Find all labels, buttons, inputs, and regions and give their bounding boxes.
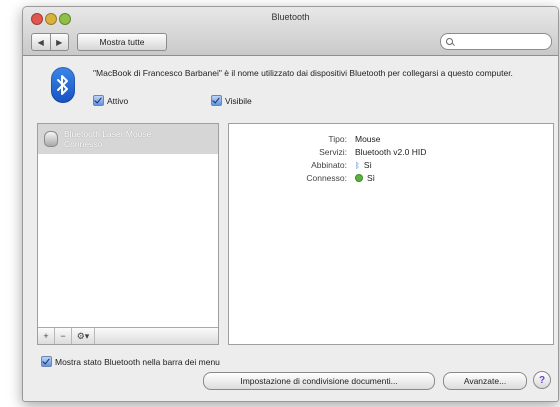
status-green-icon xyxy=(355,174,363,182)
detail-value: Mouse xyxy=(355,134,381,144)
help-button[interactable]: ? xyxy=(533,371,551,389)
checkbox-on-box[interactable] xyxy=(93,95,104,106)
device-list-toolbar: + − ⚙▾ xyxy=(38,327,218,344)
show-all-button[interactable]: Mostra tutte xyxy=(77,33,167,51)
search-icon xyxy=(446,38,453,45)
gear-icon[interactable]: ⚙▾ xyxy=(72,328,95,344)
bluetooth-preferences-window: Bluetooth ◀ ▶ Mostra tutte "MacBook di F… xyxy=(22,6,559,402)
device-details-panel: Tipo: Mouse Servizi: Bluetooth v2.0 HID … xyxy=(228,123,554,345)
detail-row-type: Tipo: Mouse xyxy=(229,134,553,145)
mouse-icon xyxy=(44,131,58,147)
detail-label: Connesso: xyxy=(306,173,347,183)
detail-row-connected: Connesso: Sì xyxy=(229,173,553,184)
detail-row-paired: Abbinato: ᛒ Sì xyxy=(229,160,553,171)
navigation-segmented-control: ◀ ▶ xyxy=(31,33,69,51)
detail-label: Abbinato: xyxy=(311,160,347,170)
detail-value: Sì xyxy=(367,173,376,183)
device-status: Connesso xyxy=(64,139,103,149)
show-in-menu-bar-checkbox[interactable]: Mostra stato Bluetooth nella barra dei m… xyxy=(41,356,220,367)
bluetooth-icon: ᛒ xyxy=(355,160,360,170)
computer-name-description: "MacBook di Francesco Barbanei" è il nom… xyxy=(93,68,513,78)
detail-value: Bluetooth v2.0 HID xyxy=(355,147,427,157)
checkbox-discoverable-label: Visibile xyxy=(225,95,252,106)
checkbox-on[interactable]: Attivo xyxy=(93,95,128,106)
forward-button[interactable]: ▶ xyxy=(51,34,69,50)
show-in-menu-bar-label: Mostra stato Bluetooth nella barra dei m… xyxy=(55,356,220,367)
remove-device-button[interactable]: − xyxy=(55,328,72,344)
bluetooth-logo-icon xyxy=(51,67,75,103)
show-in-menu-bar-box[interactable] xyxy=(41,356,52,367)
checkbox-discoverable[interactable]: Visibile xyxy=(211,95,252,106)
detail-label: Servizi: xyxy=(319,147,347,157)
sharing-setup-button[interactable]: Impostazione di condivisione documenti..… xyxy=(203,372,435,390)
title-bar: Bluetooth ◀ ▶ Mostra tutte xyxy=(23,7,558,56)
detail-value: Sì xyxy=(363,160,372,170)
back-button[interactable]: ◀ xyxy=(32,34,51,50)
device-name: Bluetooth Laser Mouse xyxy=(64,129,152,139)
bluetooth-rune-icon xyxy=(57,75,68,95)
checkbox-discoverable-box[interactable] xyxy=(211,95,222,106)
detail-label: Tipo: xyxy=(328,134,347,144)
device-list-item[interactable]: Bluetooth Laser Mouse Connesso xyxy=(38,124,218,154)
search-field[interactable] xyxy=(440,33,552,50)
detail-row-services: Servizi: Bluetooth v2.0 HID xyxy=(229,147,553,158)
window-title: Bluetooth xyxy=(271,12,310,22)
checkbox-on-label: Attivo xyxy=(107,95,129,106)
add-device-button[interactable]: + xyxy=(38,328,55,344)
advanced-button[interactable]: Avanzate... xyxy=(443,372,527,390)
device-list: Bluetooth Laser Mouse Connesso + − ⚙▾ xyxy=(37,123,219,345)
